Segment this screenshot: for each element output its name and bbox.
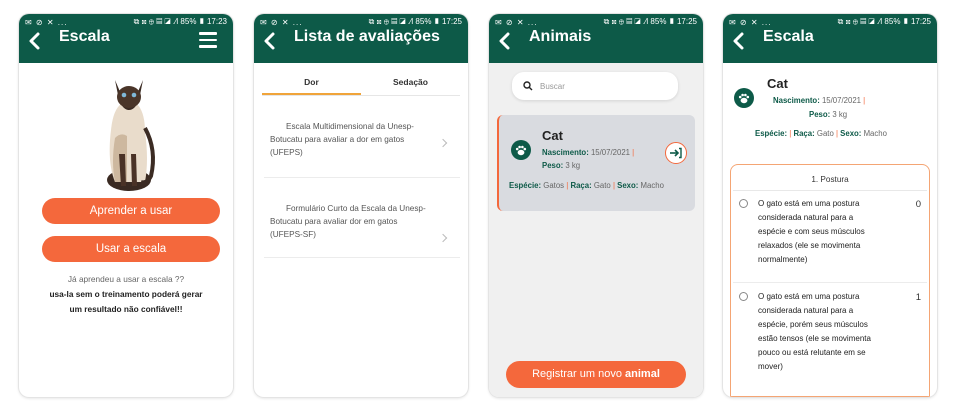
option-score: 0 <box>915 199 921 210</box>
section-title: 1. Postura <box>733 169 927 191</box>
tab-sedacao[interactable]: Sedação <box>361 72 460 95</box>
item-line: Escala Multidimensional da Unesp- <box>286 122 414 131</box>
divider <box>264 177 460 178</box>
screen-animals: ✉ ⊘ ✕ ... ⧉ ⊠ ⊕ ▤ ◪ .⁄l 85% ▮ 17:25 Anim… <box>489 14 703 397</box>
evaluation-item-ufeps[interactable]: Escala Multidimensional da Unesp- Botuca… <box>264 120 460 159</box>
app-bar: ✉ ⊘ ✕ ... ⧉ ⊠ ⊕ ▤ ◪ .⁄l 85% ▮ 17:25 Anim… <box>489 14 703 63</box>
animal-name: Cat <box>767 76 788 91</box>
app-bar: ✉ ⊘ ✕ ... ⧉ ⊠ ⊕ ▤ ◪ .⁄l 85% ▮ 17:23 Esca… <box>19 14 233 63</box>
animal-birth: Nascimento: 15/07/2021 | <box>773 96 866 105</box>
status-right: ⧉ ⊠ ⊕ ▤ ◪ .⁄l 85% ▮ 17:25 <box>368 17 462 26</box>
page-title: Animais <box>529 28 592 45</box>
page-title: Escala <box>763 28 814 45</box>
status-right: ⧉ ⊠ ⊕ ▤ ◪ .⁄l 85% ▮ 17:23 <box>133 17 227 26</box>
status-bar: ✉ ⊘ ✕ ... ⧉ ⊠ ⊕ ▤ ◪ .⁄l 85% ▮ 17:25 <box>723 14 937 30</box>
back-arrow-icon[interactable] <box>497 30 513 52</box>
item-line: Botucatu para avaliar dor em gatos <box>270 217 398 226</box>
content-background <box>489 63 703 397</box>
chevron-right-icon <box>438 138 448 148</box>
status-right: ⧉ ⊠ ⊕ ▤ ◪ .⁄l 85% ▮ 17:25 <box>837 17 931 26</box>
option-text: O gato está em uma postura considerada n… <box>758 292 871 371</box>
status-left: ✉ ⊘ ✕ ... <box>25 17 68 27</box>
item-line: (UFEPS) <box>270 148 303 157</box>
search-placeholder: Buscar <box>540 81 565 91</box>
back-arrow-icon[interactable] <box>27 30 43 52</box>
status-left: ✉ ⊘ ✕ ... <box>495 17 538 27</box>
tab-bar: Dor Sedação <box>262 72 460 96</box>
animal-weight: Peso: 3 kg <box>542 161 581 170</box>
tab-dor[interactable]: Dor <box>262 72 361 95</box>
app-bar: ✉ ⊘ ✕ ... ⧉ ⊠ ⊕ ▤ ◪ .⁄l 85% ▮ 17:25 Esca… <box>723 14 937 63</box>
note-warning-line2: um resultado não confiável!! <box>69 304 183 314</box>
screen-evaluation-list: ✉ ⊘ ✕ ... ⧉ ⊠ ⊕ ▤ ◪ .⁄l 85% ▮ 17:25 List… <box>254 14 468 397</box>
use-scale-button[interactable]: Usar a escala <box>42 236 220 262</box>
register-animal-button[interactable]: Registrar um novo animal <box>506 361 686 388</box>
animal-details: Espécie: Gatos | Raça: Gato | Sexo: Mach… <box>509 181 664 190</box>
evaluation-item-ufeps-sf[interactable]: Formulário Curto da Escala da Unesp- Bot… <box>264 202 460 243</box>
radio-button[interactable] <box>739 199 748 208</box>
login-arrow-icon <box>670 147 682 159</box>
paw-icon <box>511 140 531 160</box>
animal-birth: Nascimento: 15/07/2021 | <box>542 148 635 157</box>
item-line: Botucatu para avaliar a dor em gatos <box>270 135 405 144</box>
status-bar: ✉ ⊘ ✕ ... ⧉ ⊠ ⊕ ▤ ◪ .⁄l 85% ▮ 17:23 <box>19 14 233 30</box>
item-line: (UFEPS-SF) <box>270 230 316 239</box>
divider <box>733 282 927 283</box>
hamburger-menu-icon[interactable] <box>199 32 217 48</box>
screen-escala-intro: ✉ ⊘ ✕ ... ⧉ ⊠ ⊕ ▤ ◪ .⁄l 85% ▮ 17:23 Esca… <box>19 14 233 397</box>
status-right: ⧉ ⊠ ⊕ ▤ ◪ .⁄l 85% ▮ 17:25 <box>603 17 697 26</box>
animal-name: Cat <box>542 128 563 143</box>
siamese-cat-image <box>107 80 155 191</box>
search-icon <box>523 81 533 91</box>
app-bar: ✉ ⊘ ✕ ... ⧉ ⊠ ⊕ ▤ ◪ .⁄l 85% ▮ 17:25 List… <box>254 14 468 63</box>
status-bar: ✉ ⊘ ✕ ... ⧉ ⊠ ⊕ ▤ ◪ .⁄l 85% ▮ 17:25 <box>489 14 703 30</box>
note-warning-line1: usa-la sem o treinamento poderá gerar <box>49 289 203 299</box>
animal-details: Espécie: | Raça: Gato | Sexo: Macho <box>755 129 887 138</box>
option-text: O gato está em uma postura considerada n… <box>758 199 865 264</box>
page-title: Lista de avaliações <box>294 28 440 45</box>
learn-to-use-button[interactable]: Aprender a usar <box>42 198 220 224</box>
item-line: Formulário Curto da Escala da Unesp- <box>286 204 426 213</box>
back-arrow-icon[interactable] <box>262 30 278 52</box>
screen-escala-form: ✉ ⊘ ✕ ... ⧉ ⊠ ⊕ ▤ ◪ .⁄l 85% ▮ 17:25 Esca… <box>723 14 937 397</box>
radio-button[interactable] <box>739 292 748 301</box>
search-input[interactable]: Buscar <box>512 72 678 100</box>
status-left: ✉ ⊘ ✕ ... <box>729 17 772 27</box>
animal-card[interactable]: Cat Nascimento: 15/07/2021 | Peso: 3 kg … <box>497 115 695 211</box>
note-question: Já aprendeu a usar a escala ?? <box>67 274 185 284</box>
chevron-right-icon <box>438 233 448 243</box>
status-left: ✉ ⊘ ✕ ... <box>260 17 303 27</box>
paw-icon <box>734 88 754 108</box>
animal-weight: Peso: 3 kg <box>809 110 848 119</box>
select-animal-button[interactable] <box>665 142 687 164</box>
page-title: Escala <box>59 28 110 45</box>
back-arrow-icon[interactable] <box>731 30 747 52</box>
divider <box>264 257 460 258</box>
option-score: 1 <box>915 292 921 303</box>
